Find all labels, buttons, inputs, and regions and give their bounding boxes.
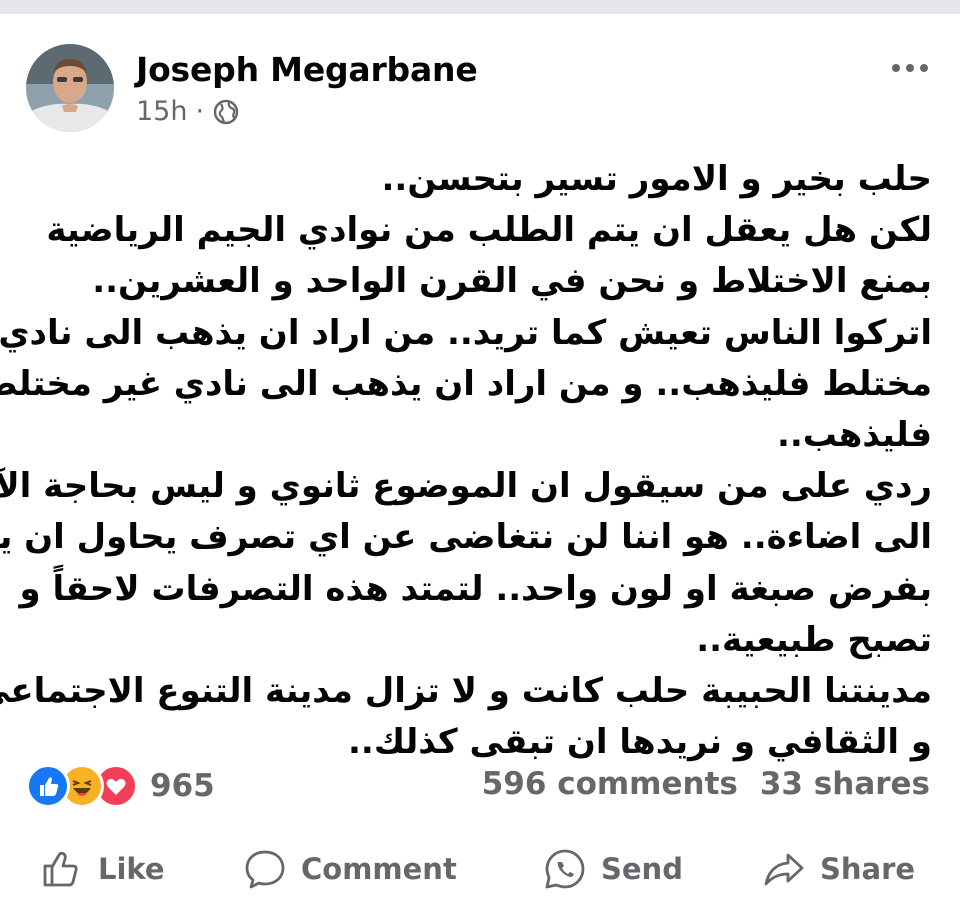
reactions-summary[interactable]: 965 [26, 764, 215, 808]
post-text-line: الى اضاءة.. هو اننا لن نتغاضى عن اي تصرف… [0, 517, 932, 558]
post-text-line: مدينتنا الحبيبة حلب كانت و لا تزال مدينة… [0, 671, 932, 712]
avatar[interactable] [26, 44, 114, 132]
post-text-line: بمنع الاختلاط و نحن في القرن الواحد و ال… [92, 261, 932, 302]
post-text-line: لكن هل يعقل ان يتم الطلب من نوادي الجيم … [46, 210, 932, 251]
comment-label: Comment [301, 852, 457, 886]
post-text-line: بفرض صبغة او لون واحد.. لتمتد هذه التصرف… [19, 568, 932, 609]
reaction-count: 965 [150, 768, 215, 804]
thumbs-up-icon [43, 851, 78, 887]
post-time[interactable]: 15h [136, 96, 187, 127]
action-bar: Like Comment Send Share [0, 839, 960, 899]
comment-bubble-icon [245, 850, 285, 889]
share-button[interactable]: Share [762, 839, 915, 899]
post-stats: 965 596 comments 33 shares [0, 762, 960, 808]
like-label: Like [98, 852, 165, 886]
more-options-icon[interactable] [890, 60, 930, 74]
share-arrow-icon [764, 853, 804, 886]
post-text-line: و الثقافي و نريدها ان تبقى كذلك.. [347, 722, 932, 763]
send-label: Send [601, 852, 683, 886]
send-button[interactable]: Send [543, 839, 683, 899]
post-meta: 15h · [136, 96, 240, 127]
meta-separator: · [195, 96, 205, 127]
like-reaction-icon [26, 764, 70, 808]
post-text: حلب بخير و الامور تسير بتحسن.. لكن هل يع… [0, 154, 932, 768]
author-name[interactable]: Joseph Megarbane [136, 50, 478, 89]
post-card: Joseph Megarbane 15h · حلب بخير و الامور… [0, 14, 960, 907]
shares-count[interactable]: 33 shares [760, 766, 930, 802]
like-button[interactable]: Like [40, 839, 165, 899]
comments-shares: 596 comments 33 shares [482, 766, 930, 802]
post-text-line: تصبح طبيعية.. [696, 619, 932, 660]
comments-count[interactable]: 596 comments [482, 766, 738, 802]
globe-icon[interactable] [212, 98, 240, 126]
post-text-line: ردي على من سيقول ان الموضوع ثانوي و ليس … [0, 466, 932, 507]
share-label: Share [820, 852, 916, 886]
post-text-line: حلب بخير و الامور تسير بتحسن.. [381, 159, 932, 199]
whatsapp-icon [545, 849, 585, 889]
post-text-line: مختلط فليذهب.. و من اراد ان يذهب الى ناد… [0, 363, 932, 404]
post-text-line: فليذهب.. [776, 415, 932, 456]
avatar-photo [26, 44, 114, 132]
comment-button[interactable]: Comment [243, 839, 457, 899]
top-divider [0, 0, 960, 14]
post-text-line: اتركوا الناس تعيش كما تريد.. من اراد ان … [0, 312, 932, 353]
